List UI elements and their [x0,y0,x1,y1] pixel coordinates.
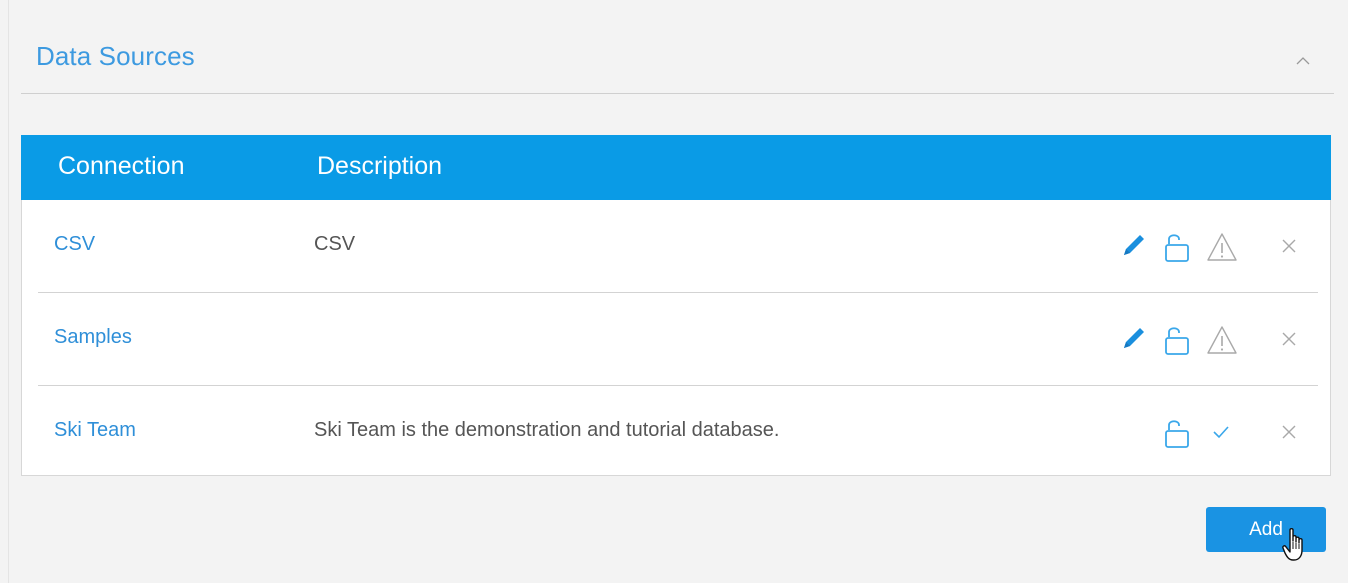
table-row: Samples [38,293,1318,386]
connection-description: CSV [314,233,356,255]
column-header-connection[interactable]: Connection [58,152,184,181]
column-header-description[interactable]: Description [317,152,442,181]
connection-link[interactable]: Samples [54,326,132,349]
table-row: Ski Team Ski Team is the demonstration a… [38,386,1318,478]
pencil-icon[interactable] [1117,323,1149,355]
close-icon[interactable] [1279,422,1299,442]
add-button[interactable]: Add [1206,507,1326,552]
data-sources-table: Connection Description CSV CSV Samples S… [21,135,1331,476]
connection-description: Ski Team is the demonstration and tutori… [314,419,780,441]
connection-link[interactable]: CSV [54,233,95,256]
warning-icon [1205,230,1239,264]
panel-title: Data Sources [36,41,195,71]
divider [8,0,9,583]
table-header: Connection Description [21,135,1331,200]
connection-link[interactable]: Ski Team [54,419,136,442]
check-icon [1211,422,1231,442]
unlock-icon[interactable] [1162,323,1196,357]
unlock-icon[interactable] [1162,230,1196,264]
table-row: CSV CSV [38,200,1318,293]
pencil-icon[interactable] [1117,230,1149,262]
panel-header: Data Sources [21,30,1334,94]
close-icon[interactable] [1279,329,1299,349]
unlock-icon[interactable] [1162,416,1196,450]
page: Data Sources Connection Description CSV … [0,0,1348,583]
warning-icon [1205,323,1239,357]
chevron-up-icon[interactable] [1292,50,1314,72]
close-icon[interactable] [1279,236,1299,256]
